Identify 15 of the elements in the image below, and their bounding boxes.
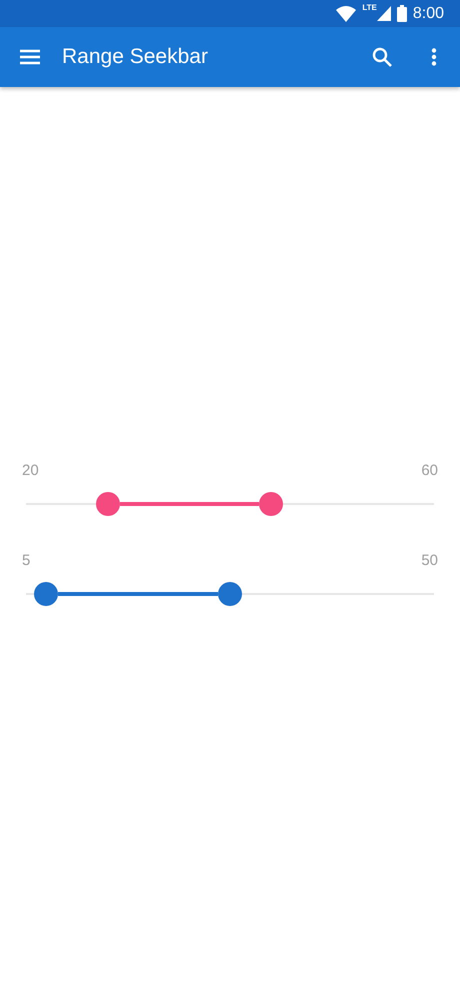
slider-thumb[interactable] xyxy=(96,492,120,516)
slider-thumb[interactable] xyxy=(218,582,242,606)
min-value-label: 5 xyxy=(22,552,30,570)
min-value-label: 20 xyxy=(22,462,39,480)
slider-thumb[interactable] xyxy=(34,582,58,606)
network-type: LTE xyxy=(362,3,377,12)
wifi-icon xyxy=(336,6,356,22)
app-title: Range Seekbar xyxy=(62,45,209,69)
max-value-label: 50 xyxy=(421,552,438,570)
signal-icon xyxy=(376,6,391,21)
max-value-label: 60 xyxy=(421,462,438,480)
clock: 8:00 xyxy=(412,4,444,22)
search-icon[interactable] xyxy=(370,45,394,69)
slider-thumb[interactable] xyxy=(258,492,283,516)
battery-icon xyxy=(396,5,407,22)
